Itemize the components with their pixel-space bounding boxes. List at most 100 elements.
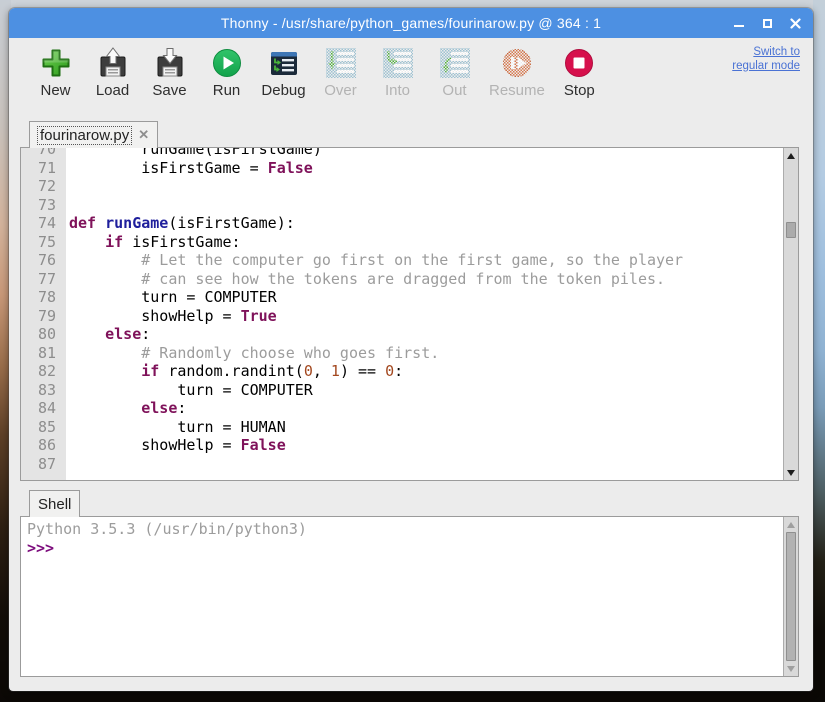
shell-prompt: >>> (27, 539, 54, 557)
code-line: 79 showHelp = True (21, 307, 783, 326)
shell-scrollbar[interactable] (783, 517, 798, 676)
code-line: 86 showHelp = False (21, 436, 783, 455)
code-line-text (66, 177, 69, 196)
line-number: 77 (21, 270, 66, 289)
tab-close-icon[interactable]: ✕ (138, 127, 149, 143)
toolbar-button-label: Load (96, 82, 129, 99)
toolbar-button-label: Into (385, 82, 410, 99)
step-over-icon (325, 47, 357, 79)
toolbar-button-into: Into (369, 46, 426, 100)
code-line-text: turn = HUMAN (66, 418, 286, 437)
toolbar-button-stop[interactable]: Stop (551, 46, 608, 100)
minimize-icon[interactable] (731, 15, 747, 31)
code-line-text: showHelp = True (66, 307, 277, 326)
toolbar-button-save[interactable]: Save (141, 46, 198, 100)
shell-tab-label: Shell (38, 496, 71, 513)
editor-tab-fourinarow[interactable]: fourinarow.py ✕ (29, 121, 158, 148)
resume-icon (501, 47, 533, 79)
line-number: 85 (21, 418, 66, 437)
scroll-up-icon[interactable] (784, 517, 798, 532)
scroll-up-icon[interactable] (784, 148, 798, 163)
close-icon[interactable] (787, 15, 803, 31)
line-number: 72 (21, 177, 66, 196)
load-file-icon (97, 47, 129, 79)
code-line: 75 if isFirstGame: (21, 233, 783, 252)
line-number: 76 (21, 251, 66, 270)
code-line: 80 else: (21, 325, 783, 344)
line-number: 73 (21, 196, 66, 215)
shell-scrollbar-thumb[interactable] (786, 532, 796, 661)
code-line: 85 turn = HUMAN (21, 418, 783, 437)
editor-tabbar: fourinarow.py ✕ (9, 120, 813, 147)
line-number: 79 (21, 307, 66, 326)
line-number: 78 (21, 288, 66, 307)
code-line: 83 turn = COMPUTER (21, 381, 783, 400)
code-line: 76 # Let the computer go first on the fi… (21, 251, 783, 270)
toolbar-button-label: Debug (261, 82, 305, 99)
line-number: 82 (21, 362, 66, 381)
toolbar-button-run[interactable]: Run (198, 46, 255, 100)
code-line: 70 runGame(isFirstGame) (21, 148, 783, 159)
code-line: 82 if random.randint(0, 1) == 0: (21, 362, 783, 381)
code-line: 78 turn = COMPUTER (21, 288, 783, 307)
code-line: 84 else: (21, 399, 783, 418)
code-line-text: # Let the computer go first on the first… (66, 251, 683, 270)
toolbar-button-resume: Resume (483, 46, 551, 100)
step-into-icon (382, 47, 414, 79)
code-line-text: turn = COMPUTER (66, 288, 277, 307)
toolbar-button-out: Out (426, 46, 483, 100)
editor-scrollbar-thumb[interactable] (786, 222, 796, 238)
thonny-window: Thonny - /usr/share/python_games/fourina… (9, 8, 813, 691)
toolbar-button-label: New (40, 82, 70, 99)
toolbar-button-over: Over (312, 46, 369, 100)
toolbar-button-label: Out (442, 82, 466, 99)
code-line-text: turn = COMPUTER (66, 381, 313, 400)
editor-scrollbar[interactable] (783, 148, 798, 480)
step-out-icon (439, 47, 471, 79)
titlebar[interactable]: Thonny - /usr/share/python_games/fourina… (9, 8, 813, 38)
save-file-icon (154, 47, 186, 79)
window-controls (731, 8, 803, 38)
toolbar-button-label: Save (152, 82, 186, 99)
code-line-text (66, 455, 69, 474)
line-number: 74 (21, 214, 66, 233)
code-editor[interactable]: 70 runGame(isFirstGame)71 isFirstGame = … (20, 147, 799, 481)
run-icon (211, 47, 243, 79)
toolbar-button-label: Run (213, 82, 241, 99)
code-area[interactable]: 70 runGame(isFirstGame)71 isFirstGame = … (21, 148, 783, 480)
code-line-text: else: (66, 399, 186, 418)
scroll-down-icon[interactable] (784, 465, 798, 480)
line-number: 81 (21, 344, 66, 363)
code-line: 81 # Randomly choose who goes first. (21, 344, 783, 363)
code-line-text: if random.randint(0, 1) == 0: (66, 362, 403, 381)
switch-mode-link[interactable]: Switch to regular mode (732, 45, 800, 73)
toolbar-button-new[interactable]: New (27, 46, 84, 100)
toolbar-button-load[interactable]: Load (84, 46, 141, 100)
maximize-icon[interactable] (759, 15, 775, 31)
code-line: 71 isFirstGame = False (21, 159, 783, 178)
toolbar-button-label: Resume (489, 82, 545, 99)
code-line-text: # can see how the tokens are dragged fro… (66, 270, 665, 289)
line-number: 70 (21, 148, 66, 159)
line-number: 84 (21, 399, 66, 418)
line-number: 86 (21, 436, 66, 455)
code-line-text: # Randomly choose who goes first. (66, 344, 439, 363)
shell-tab[interactable]: Shell (29, 490, 80, 517)
code-line-text: showHelp = False (66, 436, 286, 455)
toolbar-button-label: Over (324, 82, 357, 99)
code-line-text: else: (66, 325, 150, 344)
code-line: 77 # can see how the tokens are dragged … (21, 270, 783, 289)
stop-icon (563, 47, 595, 79)
shell-tabbar: Shell (29, 489, 80, 516)
code-line-text: runGame(isFirstGame) (66, 148, 322, 159)
toolbar-button-debug[interactable]: Debug (255, 46, 312, 100)
line-number: 83 (21, 381, 66, 400)
code-line-text (66, 196, 69, 215)
scroll-down-icon[interactable] (784, 661, 798, 676)
code-line: 72 (21, 177, 783, 196)
editor-tab-label: fourinarow.py (38, 127, 131, 144)
shell-panel[interactable]: Python 3.5.3 (/usr/bin/python3) >>> (20, 516, 799, 677)
code-line-text: isFirstGame = False (66, 159, 313, 178)
new-file-icon (40, 47, 72, 79)
shell-output[interactable]: Python 3.5.3 (/usr/bin/python3) >>> (21, 517, 783, 676)
